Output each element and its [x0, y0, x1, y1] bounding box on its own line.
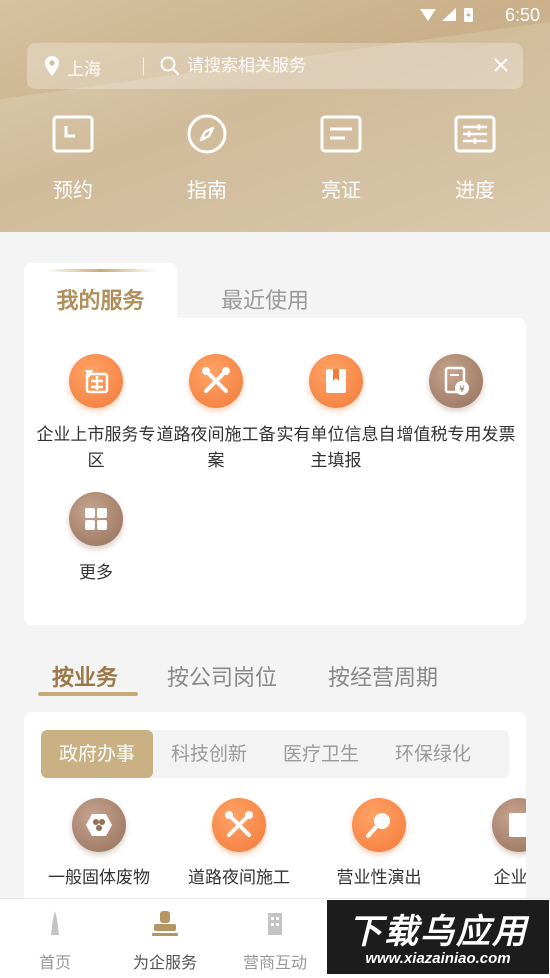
nav-business-interaction[interactable]: 营商互动 [220, 909, 330, 973]
tab-my-services[interactable]: 我的服务 [24, 263, 177, 319]
search-bar[interactable]: 上海 [27, 43, 523, 89]
quick-action-label: 指南 [187, 178, 227, 202]
business-panel: 政府办事 科技创新 医疗卫生 环保绿化 文 一般固体废物 道路夜间施工 [24, 712, 526, 912]
tab-recent[interactable]: 最近使用 [205, 283, 325, 315]
quick-action-label: 进度 [455, 178, 495, 202]
service-name: 道路夜间施工备案 [156, 425, 276, 471]
chip-culture[interactable]: 文 [489, 730, 509, 778]
service-item[interactable]: 企业上市服务专区 [36, 354, 156, 474]
progress-list-icon [454, 115, 496, 153]
business-item[interactable]: 道路夜间施工 [174, 798, 304, 890]
tools-icon [189, 354, 243, 408]
compass-icon [187, 114, 227, 154]
building-icon [268, 913, 282, 935]
service-item[interactable]: 实有单位信息自主填报 [276, 354, 396, 474]
my-services-panel: 企业上市服务专区 道路夜间施工备案 实有单位信息自主填报 ¥ 增值税专用发票 更… [24, 318, 526, 625]
nav-label: 为企服务 [132, 953, 197, 972]
business-name: 营业性演出 [336, 868, 422, 888]
business-item[interactable]: 企业实 [454, 798, 526, 890]
search-icon [160, 56, 179, 75]
business-name: 企业实 [493, 868, 527, 888]
quick-action-label: 亮证 [321, 178, 361, 202]
chip-government[interactable]: 政府办事 [41, 730, 153, 778]
nav-label: 首页 [38, 953, 71, 972]
tab-by-business-cycle[interactable]: 按经营周期 [328, 660, 438, 692]
close-icon[interactable] [492, 56, 510, 74]
svg-text:¥: ¥ [459, 385, 465, 395]
search-input[interactable] [187, 53, 467, 79]
microphone-icon [352, 798, 406, 852]
business-item[interactable]: 一般固体废物 [34, 798, 164, 890]
business-name: 一般固体废物 [48, 868, 150, 888]
service-name: 企业上市服务专区 [36, 425, 156, 471]
nav-home[interactable]: 首页 [0, 909, 110, 973]
quick-action-progress[interactable]: 进度 [430, 112, 520, 203]
calendar-icon [52, 115, 94, 153]
waste-icon [72, 798, 126, 852]
watermark-title: 下载乌应用 [348, 912, 528, 952]
tab-indicator [46, 269, 156, 272]
service-item[interactable]: 道路夜间施工备案 [156, 354, 276, 474]
status-icons [420, 8, 473, 22]
business-chip-bar[interactable]: 政府办事 科技创新 医疗卫生 环保绿化 文 [41, 730, 509, 778]
quick-action-label: 预约 [53, 178, 93, 202]
chip-tech-innovation[interactable]: 科技创新 [153, 730, 265, 778]
quick-action-show-license[interactable]: 亮证 [296, 112, 386, 203]
business-name: 道路夜间施工 [188, 868, 290, 888]
status-bar: 6:50 [0, 0, 550, 30]
signal-icon [442, 8, 456, 21]
watermark-url: www.xiazainiao.com [365, 950, 511, 967]
bookmark-icon [309, 354, 363, 408]
chip-healthcare[interactable]: 医疗卫生 [265, 730, 377, 778]
nav-enterprise-services[interactable]: 为企服务 [110, 909, 220, 973]
tools-icon [212, 798, 266, 852]
tab-by-business[interactable]: 按业务 [52, 660, 118, 692]
quick-action-appointment[interactable]: 预约 [28, 112, 118, 203]
quick-action-guide[interactable]: 指南 [162, 112, 252, 203]
clock: 6:50 [504, 5, 540, 25]
service-name: 实有单位信息自主填报 [276, 425, 396, 471]
nav-label: 营商互动 [242, 953, 307, 972]
tab-label: 我的服务 [56, 289, 145, 314]
tab-indicator [38, 692, 138, 696]
wifi-icon [420, 9, 436, 21]
grid-more-icon [69, 492, 123, 546]
service-item-more[interactable]: 更多 [36, 492, 156, 612]
service-name: 更多 [79, 563, 113, 583]
watermark-overlay: 下载乌应用 www.xiazainiao.com [327, 900, 549, 974]
listing-star-icon [69, 354, 123, 408]
tab-by-position[interactable]: 按公司岗位 [167, 660, 277, 692]
search-divider [143, 57, 144, 75]
document-icon [492, 798, 526, 852]
service-name: 增值税专用发票 [396, 425, 516, 445]
business-item[interactable]: 营业性演出 [314, 798, 444, 890]
stamp-icon [152, 911, 178, 936]
city-selector[interactable]: 上海 [67, 55, 101, 80]
location-pin-icon[interactable] [45, 56, 59, 76]
invoice-icon: ¥ [429, 354, 483, 408]
chip-environment[interactable]: 环保绿化 [377, 730, 489, 778]
home-tower-icon [51, 911, 59, 935]
service-item[interactable]: ¥ 增值税专用发票 [396, 354, 516, 474]
header-banner: 6:50 上海 预约 指南 [0, 0, 550, 232]
id-card-icon [320, 115, 362, 153]
